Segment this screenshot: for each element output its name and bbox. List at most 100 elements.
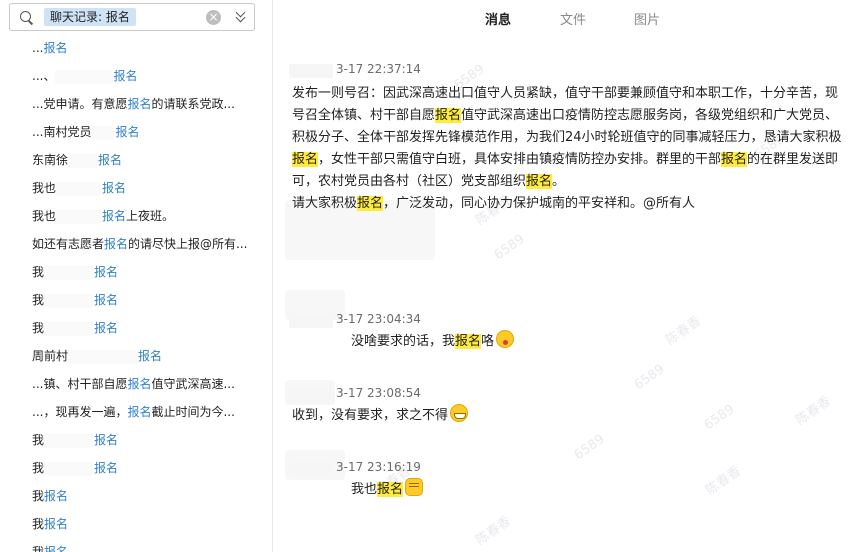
message-text: 的在群里发送即 (747, 152, 839, 167)
keyword-highlight: 报名 (292, 152, 319, 167)
redacted-name (44, 293, 95, 308)
result-item[interactable]: ...、 报名 (0, 62, 272, 90)
search-filter-tag[interactable]: 聊天记录: 报名 (44, 8, 136, 26)
result-item[interactable]: 我也 报名上夜班。 (0, 202, 272, 230)
message-timestamp: 3-17 23:08:54 (336, 386, 421, 400)
result-item[interactable]: 我报名 (0, 510, 272, 538)
result-keyword: 报名 (44, 517, 69, 531)
result-text: 我也 (32, 181, 57, 195)
result-item[interactable]: ...南村党员 报名 (0, 118, 272, 146)
result-item[interactable]: 周前村 报名 (0, 342, 272, 370)
message-text: 。 (552, 174, 566, 189)
redacted-sender (289, 462, 333, 476)
result-text: 我 (32, 489, 45, 503)
message-text: ，广泛发动，同心协力保护城南的平安祥和。@所有人 (383, 196, 696, 211)
message-line: 可，农村党员由各村（社区）党支部组织报名。 (292, 171, 848, 193)
result-text: 如还有志愿者 (32, 237, 105, 251)
message-line: 没啥要求的话，我报名咯 (351, 330, 853, 353)
result-keyword: 报名 (94, 265, 119, 279)
result-text: 周前村 (32, 349, 69, 363)
message-text: 我也 (351, 482, 378, 497)
result-keyword: 报名 (102, 181, 127, 195)
result-keyword: 报名 (138, 349, 163, 363)
watermark-text: 6589 (571, 431, 608, 464)
result-list: ...报名...、 报名 ...党申请。有意愿报名的请联系党政... ...南村党员报… (0, 34, 272, 552)
redacted-name (68, 153, 99, 168)
result-keyword: 报名 (98, 153, 123, 167)
clear-icon[interactable]: × (206, 10, 221, 25)
tab-images[interactable]: 图片 (634, 9, 660, 28)
redacted-name (44, 461, 95, 476)
result-text: 东南徐 (32, 153, 69, 167)
message-body: 我也报名 (351, 478, 853, 501)
watermark-text: 6589 (631, 361, 668, 394)
message-line: 发布一则号召：因武深高速出口值守人员紧缺，值守干部要兼顾值守和本职工作，十分辛苦… (292, 83, 848, 105)
tab-bar: 消息 文件 图片 (273, 0, 853, 34)
result-item[interactable]: 我也 报名 (0, 174, 272, 202)
redacted-sender (289, 64, 333, 78)
message-body: 收到，没有要求，求之不得 (292, 404, 848, 427)
result-item[interactable]: 我 报名 (0, 426, 272, 454)
search-box[interactable]: 聊天记录: 报名 × (9, 3, 255, 31)
result-item[interactable]: ...党申请。有意愿报名的请联系党政... (0, 90, 272, 118)
tab-files[interactable]: 文件 (560, 9, 586, 28)
message-body: 没啥要求的话，我报名咯 (351, 330, 853, 353)
message-text: 可，农村党员由各村（社区）党支部组织 (292, 174, 527, 189)
result-keyword: 报名 (44, 545, 69, 552)
result-item[interactable]: ...，现再发一遍，报名截止时间为今... (0, 398, 272, 426)
redacted-name (44, 321, 95, 336)
result-item[interactable]: 我报名 (0, 314, 272, 342)
result-item[interactable]: 我报名 (0, 482, 272, 510)
result-text: 我 (32, 517, 45, 531)
keyword-highlight: 报名 (377, 482, 404, 497)
message-text: ，女性干部只需值守白班，具体安排由镇疫情防控办安排。群里的干部 (318, 152, 722, 167)
result-text: ...党申请。有意愿 (32, 97, 128, 111)
result-keyword: 报名 (94, 293, 119, 307)
tab-messages[interactable]: 消息 (485, 9, 511, 28)
result-item[interactable]: ...报名 (0, 34, 272, 62)
redacted-name (44, 433, 95, 448)
result-keyword: 报名 (115, 125, 140, 139)
redacted-sender (289, 314, 333, 328)
redacted-name (91, 125, 116, 140)
result-text: 值守武深高速... (151, 377, 235, 391)
result-keyword: 报名 (127, 377, 152, 391)
message-text: 请大家积极 (292, 196, 358, 211)
result-item[interactable]: 我报名 (0, 258, 272, 286)
result-text: 我 (32, 433, 45, 447)
result-item[interactable]: 我报名 (0, 454, 272, 482)
keyword-highlight: 报名 (526, 174, 553, 189)
message-text: 号召全体镇、村干部自愿 (292, 108, 436, 123)
message-text: 咯 (481, 334, 495, 349)
keyword-highlight: 报名 (435, 108, 462, 123)
message-line: 报名，女性干部只需值守白班，具体安排由镇疫情防控办安排。群里的干部报名的在群里发… (292, 149, 848, 171)
redacted-name (44, 265, 95, 280)
keyword-highlight: 报名 (721, 152, 748, 167)
message-text: 值守武深高速出口疫情防控志愿服务岗，各级党组织和广大党员、 (461, 108, 839, 123)
result-keyword: 报名 (94, 433, 119, 447)
result-text: 我 (32, 321, 45, 335)
result-keyword: 报名 (102, 209, 127, 223)
fist-emoji-icon (405, 478, 424, 496)
message-line: 收到，没有要求，求之不得 (292, 404, 848, 427)
collapse-chevron-icon[interactable] (234, 8, 248, 26)
result-text: 我 (32, 293, 45, 307)
search-icon (20, 11, 31, 22)
result-item[interactable]: 东南徐 报名 (0, 146, 272, 174)
result-item[interactable]: 我报名 (0, 538, 272, 552)
message-line: 号召全体镇、村干部自愿报名值守武深高速出口疫情防控志愿服务岗，各级党组织和广大党… (292, 105, 848, 127)
message-body: 发布一则号召：因武深高速出口值守人员紧缺，值守干部要兼顾值守和本职工作，十分辛苦… (292, 83, 848, 215)
result-keyword: 报名 (43, 41, 68, 55)
result-keyword: 报名 (94, 461, 119, 475)
grin-emoji-icon (450, 404, 469, 422)
watermark-text: 陈春香 (473, 513, 514, 549)
message-timestamp: 3-17 22:37:14 (336, 62, 421, 76)
watermark-text: 6589 (491, 231, 528, 264)
chat-history-panel: 消息 文件 图片 65896589陈春香陈春香陈春香65896589陈春香陈春香… (273, 0, 853, 552)
message-line: 积极分子、全体干部发挥先锋模范作用，为我们24小时轮班值守的同事减轻压力，恳请大… (292, 127, 848, 149)
result-item[interactable]: 我 报名 (0, 286, 272, 314)
message-timestamp: 3-17 23:04:34 (336, 312, 421, 326)
result-item[interactable]: 如还有志愿者报名的请尽快上报@所有... (0, 230, 272, 258)
result-text: ...镇、村干部自愿 (32, 377, 128, 391)
result-item[interactable]: ...镇、村干部自愿报名值守武深高速... (0, 370, 272, 398)
